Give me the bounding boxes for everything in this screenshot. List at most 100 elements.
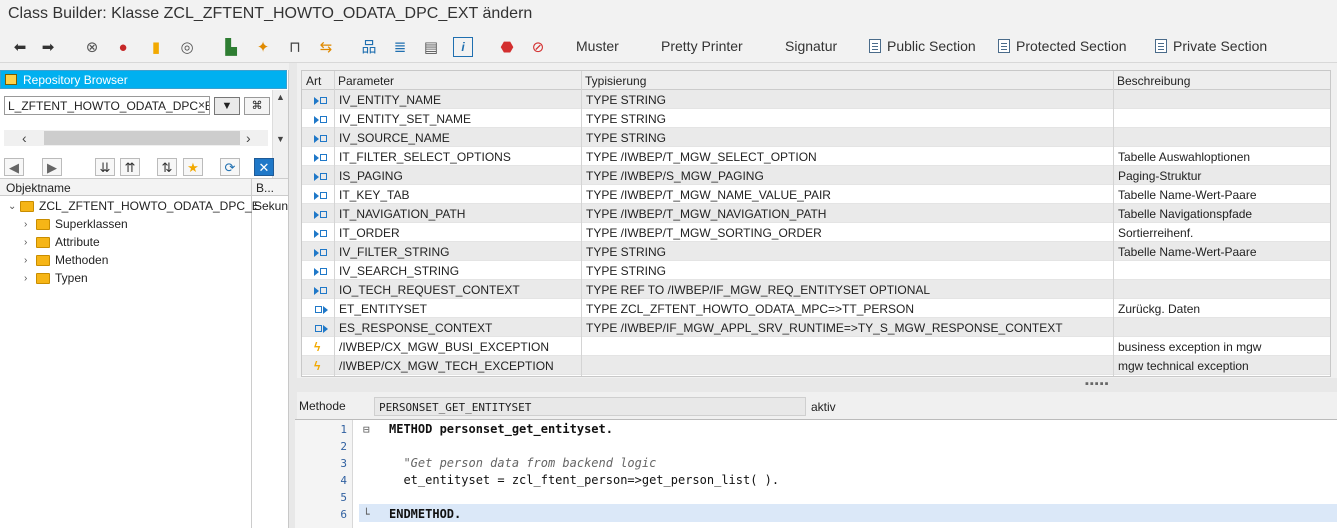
table-row[interactable]: IV_ENTITY_NAME TYPE STRING xyxy=(302,90,1330,109)
hierarchy-icon[interactable]: 品 xyxy=(359,37,379,57)
parameter-name-cell[interactable]: IO_TECH_REQUEST_CONTEXT xyxy=(335,280,581,299)
expand-icon[interactable]: ⇈ xyxy=(120,158,140,176)
signatur-button[interactable]: Signatur xyxy=(785,38,837,54)
forward-icon[interactable]: ➡ xyxy=(38,37,58,57)
parameter-desc-cell[interactable] xyxy=(1114,318,1330,337)
parameter-desc-cell[interactable] xyxy=(1114,128,1330,147)
parameter-name-cell[interactable]: /IWBEP/CX_MGW_BUSI_EXCEPTION xyxy=(335,337,581,356)
horizontal-scrollbar[interactable]: ‹ › xyxy=(4,130,268,146)
break-icon[interactable]: ⊘ xyxy=(528,37,548,57)
code-line[interactable]: ENDMETHOD. xyxy=(389,507,461,521)
parameter-desc-cell[interactable] xyxy=(1114,90,1330,109)
parameter-kind-cell[interactable]: ϟ xyxy=(310,356,334,375)
check-icon[interactable]: ▙ xyxy=(221,37,241,57)
next-object-icon[interactable]: ▶ xyxy=(42,158,62,176)
stop-icon[interactable]: ⬣ xyxy=(497,37,517,57)
tree-root-node[interactable]: ⌄ ZCL_ZFTENT_HOWTO_ODATA_DPC_E xyxy=(8,197,260,215)
parameter-type-cell[interactable]: TYPE STRING xyxy=(582,242,1113,261)
parameter-desc-cell[interactable]: Tabelle Auswahloptionen xyxy=(1114,147,1330,166)
chevron-right-icon[interactable]: › xyxy=(24,255,36,266)
splitter-grip-icon[interactable]: ▪▪▪▪▪ xyxy=(1085,378,1110,390)
protected-section-button[interactable]: Protected Section xyxy=(998,38,1127,54)
parameter-type-cell[interactable] xyxy=(582,356,1113,375)
parameter-type-cell[interactable]: TYPE /IWBEP/S_MGW_PAGING xyxy=(582,166,1113,185)
parameter-kind-cell[interactable] xyxy=(310,242,334,261)
magic-wand-icon[interactable]: ✦ xyxy=(253,37,273,57)
parameter-desc-cell[interactable]: Sortierreihenf. xyxy=(1114,223,1330,242)
repository-browser-header[interactable]: Repository Browser xyxy=(0,70,287,89)
previous-object-icon[interactable]: ◀ xyxy=(4,158,24,176)
parameter-type-cell[interactable]: TYPE ZCL_ZFTENT_HOWTO_ODATA_MPC=>TT_PERS… xyxy=(582,299,1113,318)
parameter-type-cell[interactable]: TYPE STRING xyxy=(582,128,1113,147)
code-line[interactable]: METHOD personset_get_entityset. xyxy=(389,422,613,436)
parameter-desc-cell[interactable]: mgw technical exception xyxy=(1114,356,1330,375)
parameter-kind-cell[interactable] xyxy=(310,318,334,337)
back-icon[interactable]: ⬅ xyxy=(10,37,30,57)
abap-code-editor[interactable]: 1 ⊟ METHOD personset_get_entityset. 2 3 "Get… xyxy=(295,419,1337,528)
scrollbar-thumb[interactable] xyxy=(44,131,240,145)
scroll-up-icon[interactable]: ▲ xyxy=(276,92,285,102)
display-object-button[interactable]: ⌘ xyxy=(244,97,270,115)
refresh-icon[interactable]: ⟳ xyxy=(220,158,240,176)
parameter-name-cell[interactable]: IV_SOURCE_NAME xyxy=(335,128,581,147)
parameter-type-cell[interactable]: TYPE /IWBEP/T_MGW_NAME_VALUE_PAIR xyxy=(582,185,1113,204)
parameter-type-cell[interactable]: TYPE /IWBEP/IF_MGW_APPL_SRV_RUNTIME=>TY_… xyxy=(582,318,1113,337)
parameter-type-cell[interactable]: TYPE /IWBEP/T_MGW_NAVIGATION_PATH xyxy=(582,204,1113,223)
table-row[interactable]: IT_ORDER TYPE /IWBEP/T_MGW_SORTING_ORDER S… xyxy=(302,223,1330,242)
parameter-kind-cell[interactable] xyxy=(310,299,334,318)
parameter-desc-cell[interactable] xyxy=(1114,261,1330,280)
layout-icon[interactable]: ▤ xyxy=(421,37,441,57)
tree-node-superklassen[interactable]: › Superklassen xyxy=(24,215,128,233)
horizontal-splitter[interactable]: ▪▪▪▪▪ xyxy=(297,378,1337,392)
parameter-desc-cell[interactable]: business exception in mgw xyxy=(1114,337,1330,356)
parameter-name-cell[interactable]: IV_ENTITY_SET_NAME xyxy=(335,109,581,128)
table-row[interactable]: IO_TECH_REQUEST_CONTEXT TYPE REF TO /IWBE… xyxy=(302,280,1330,299)
fold-marker-icon[interactable]: ⊟ xyxy=(363,423,370,436)
parameter-name-cell[interactable]: IT_ORDER xyxy=(335,223,581,242)
parameter-desc-cell[interactable]: Tabelle Name-Wert-Paare xyxy=(1114,185,1330,204)
parameter-type-cell[interactable]: TYPE STRING xyxy=(582,109,1113,128)
parameter-kind-cell[interactable] xyxy=(310,280,334,299)
parameter-desc-cell[interactable]: Paging-Struktur xyxy=(1114,166,1330,185)
tree-node-attribute[interactable]: › Attribute xyxy=(24,233,100,251)
chevron-left-icon[interactable]: ‹ xyxy=(22,130,27,146)
chevron-right-icon[interactable]: › xyxy=(246,130,251,146)
parameter-desc-cell[interactable]: Tabelle Navigationspfade xyxy=(1114,204,1330,223)
muster-button[interactable]: Muster xyxy=(576,38,619,54)
method-name-field[interactable]: PERSONSET_GET_ENTITYSET xyxy=(374,397,806,416)
parameter-type-cell[interactable]: TYPE STRING xyxy=(582,90,1113,109)
parameter-name-cell[interactable]: IT_NAVIGATION_PATH xyxy=(335,204,581,223)
parameter-kind-cell[interactable] xyxy=(310,223,334,242)
parameter-kind-cell[interactable] xyxy=(310,185,334,204)
stack-icon[interactable]: ≣ xyxy=(390,37,410,57)
parameter-type-cell[interactable]: TYPE STRING xyxy=(582,261,1113,280)
pretty-printer-button[interactable]: Pretty Printer xyxy=(661,38,743,54)
column-beschreibung[interactable]: Beschreibung xyxy=(1113,71,1330,90)
parameter-type-cell[interactable]: TYPE /IWBEP/T_MGW_SELECT_OPTION xyxy=(582,147,1113,166)
tree-node-typen[interactable]: › Typen xyxy=(24,269,88,287)
dropdown-button[interactable]: ▼ xyxy=(214,97,240,115)
parameter-name-cell[interactable]: IV_FILTER_STRING xyxy=(335,242,581,261)
parameter-name-cell[interactable]: IV_SEARCH_STRING xyxy=(335,261,581,280)
favorites-star-icon[interactable]: ★ xyxy=(183,158,203,176)
table-row[interactable]: IV_ENTITY_SET_NAME TYPE STRING xyxy=(302,109,1330,128)
chevron-right-icon[interactable]: › xyxy=(24,237,36,248)
parameter-name-cell[interactable]: IV_ENTITY_NAME xyxy=(335,90,581,109)
fold-marker-icon[interactable]: └ xyxy=(363,508,370,521)
parameter-type-cell[interactable] xyxy=(582,337,1113,356)
parameter-name-cell[interactable]: IT_FILTER_SELECT_OPTIONS xyxy=(335,147,581,166)
object-selection-input[interactable]: L_ZFTENT_HOWTO_ODATA_DPC_E xyxy=(4,96,210,115)
parameter-kind-cell[interactable]: ϟ xyxy=(310,337,334,356)
parameter-kind-cell[interactable] xyxy=(310,204,334,223)
parameter-kind-cell[interactable] xyxy=(310,166,334,185)
column-b[interactable]: B... xyxy=(256,181,274,195)
column-objektname[interactable]: Objektname xyxy=(6,181,71,195)
private-section-button[interactable]: Private Section xyxy=(1155,38,1267,54)
object-icon[interactable]: ● xyxy=(113,37,133,57)
table-row[interactable]: IS_PAGING TYPE /IWBEP/S_MGW_PAGING Paging-… xyxy=(302,166,1330,185)
table-row[interactable]: ES_RESPONSE_CONTEXT TYPE /IWBEP/IF_MGW_AP… xyxy=(302,318,1330,337)
code-line[interactable]: "Get person data from backend logic xyxy=(389,456,656,470)
chevron-right-icon[interactable]: › xyxy=(24,273,36,284)
parameter-kind-cell[interactable] xyxy=(310,147,334,166)
chevron-down-icon[interactable]: ⌄ xyxy=(8,201,20,212)
